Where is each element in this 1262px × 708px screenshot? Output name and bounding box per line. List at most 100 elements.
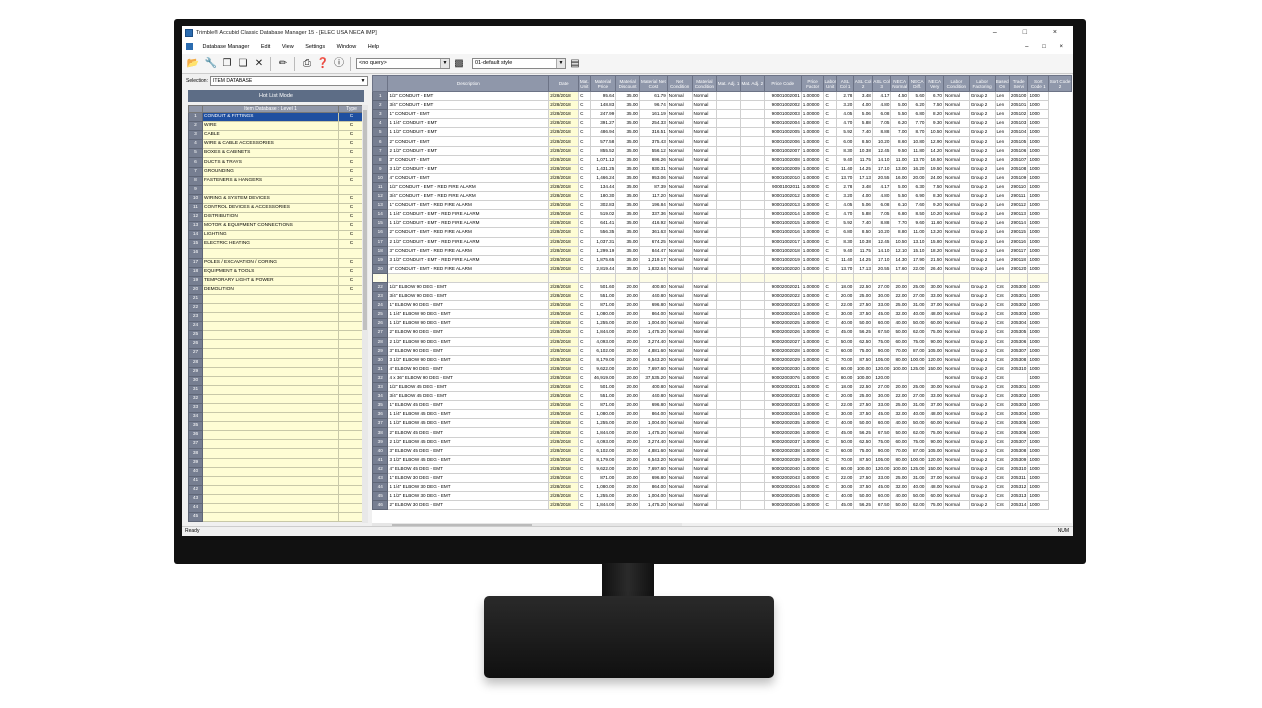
grid-cell[interactable]: 1000 [1027,454,1050,465]
grid-cell[interactable]: 440.80 [638,291,668,302]
grid-cell[interactable]: C [578,172,591,183]
level-type[interactable]: C [338,130,365,141]
grid-cell[interactable]: Normal [691,454,718,465]
grid-cell[interactable]: 8.50 [853,227,873,238]
grid-cell[interactable]: 100.00 [853,363,873,374]
grid-cell[interactable]: Cnt [994,463,1010,474]
grid-cell[interactable]: Cnt [994,491,1010,502]
level-description[interactable]: LIGHTING [202,230,339,241]
grid-cell[interactable]: 9.20 [925,200,944,211]
grid-cell[interactable]: C [578,327,591,338]
level-description[interactable]: POLES / EXCAVATION / CORING [202,257,339,268]
grid-cell[interactable]: Normal [691,500,718,511]
grid-cell[interactable]: 6,102.00 [589,345,617,356]
grid-cell[interactable]: C [823,154,837,165]
level-row[interactable]: 2 WIRE C [188,121,365,132]
delete-icon[interactable]: ✕ [252,57,266,71]
grid-cell[interactable]: 100.00 [907,454,927,465]
level-type[interactable] [338,312,365,323]
grid-cell[interactable]: 1 1/2" ELBOW 90 DEG - EMT [387,318,550,329]
level-type[interactable]: C [338,284,365,295]
level-type[interactable]: C [338,157,365,168]
row-number[interactable]: 41 [188,475,203,486]
grid-cell[interactable]: Len [994,100,1010,111]
grid-row[interactable]: 41 3 1/2" ELBOW 45 DEG - EMT 2/28/2018 C 8,1… [372,454,1072,465]
grid-cell[interactable]: 9.40 [835,245,855,256]
grid-cell[interactable]: Normal [691,291,718,302]
level-description[interactable] [202,448,339,459]
level-type[interactable]: C [338,193,365,204]
grid-cell[interactable]: 10.38 [853,145,873,156]
grid-cell[interactable]: 120.00 [871,363,892,374]
grid-cell[interactable]: C [823,145,837,156]
grid-cell[interactable]: Normal [666,336,693,347]
grid-cell[interactable] [716,381,741,393]
grid-cell[interactable]: Group 2 [968,400,996,411]
grid-cell[interactable] [716,309,741,320]
grid-cell[interactable]: 6.80 [890,209,909,220]
grid-cell[interactable]: Normal [942,472,970,484]
grid-cell[interactable]: 1.00000 [800,491,825,502]
grid-cell[interactable]: Normal [691,300,718,311]
row-number[interactable]: 17 [372,236,389,247]
grid-cell[interactable]: 7.00 [890,127,909,138]
level-type[interactable] [338,439,365,450]
grid-cell[interactable]: 35.00 [615,181,640,193]
grid-cell[interactable]: Cnt [994,409,1010,420]
grid-cell[interactable]: C [578,372,591,384]
grid-cell[interactable]: 25.00 [890,472,909,484]
grid-cell[interactable]: 2/28/2018 [548,345,580,356]
row-number[interactable]: 38 [188,448,203,459]
grid-cell[interactable]: 4.50 [890,90,909,102]
grid-cell[interactable] [739,181,765,193]
row-number[interactable]: 8 [188,175,203,186]
grid-cell[interactable]: 5.92 [835,218,855,229]
copy-icon[interactable]: ❐ [220,57,234,71]
grid-cell[interactable]: 1000 [1027,463,1050,474]
grid-cell[interactable]: 205305 [1008,418,1029,429]
grid-cell[interactable] [716,209,741,220]
grid-row[interactable]: 22 1/2" ELBOW 90 DEG - EMT 2/28/2018 C 501.6… [372,281,1072,293]
grid-cell[interactable]: Normal [666,263,693,274]
grid-cell[interactable]: 87.50 [853,454,873,465]
grid-cell[interactable]: 577.58 [589,136,617,147]
grid-cell[interactable]: 22.00 [835,400,855,411]
grid-cell[interactable]: 290111 [1008,191,1029,202]
grid-row[interactable]: 41 1/4" CONDUIT - EMT 2/28/2018 C 391.27 35.… [372,118,1072,129]
grid-cell[interactable]: 100.00 [890,363,909,374]
grid-cell[interactable]: 45.00 [835,500,855,511]
grid-cell[interactable]: 45.00 [835,427,855,438]
grid-cell[interactable]: 6.80 [907,109,927,120]
level-description[interactable]: DUCTS & TRAYS [202,157,339,168]
grid-cell[interactable]: C [578,136,591,147]
grid-cell[interactable]: Normal [942,109,970,120]
level-type[interactable] [338,393,365,405]
grid-cell[interactable]: 871.00 [589,400,617,411]
level-row[interactable]: 7 GROUNDING C [188,166,365,177]
grid-cell[interactable]: 14.25 [853,254,873,265]
grid-cell[interactable]: 8.60 [890,136,909,147]
grid-cell[interactable]: 60.00 [925,418,944,429]
grid-cell[interactable]: 2/28/2018 [548,281,580,293]
grid-cell[interactable]: 1000 [1027,163,1050,174]
grid-cell[interactable] [716,463,741,474]
row-number[interactable]: 9 [372,163,389,174]
grid-cell[interactable] [716,163,741,174]
grid-cell[interactable]: 35.00 [615,254,640,265]
grid-cell[interactable]: C [578,163,591,174]
grid-cell[interactable]: 5.50 [890,191,909,202]
grid-cell[interactable]: 40.00 [890,318,909,329]
grid-cell[interactable]: Normal [942,172,970,183]
grid-cell[interactable]: 20.00 [835,391,855,402]
grid-cell[interactable]: 5.92 [835,127,855,138]
grid-cell[interactable] [716,200,741,211]
grid-cell[interactable]: Normal [666,136,693,147]
grid-cell[interactable]: 205105 [1008,136,1029,147]
grid-cell[interactable]: 2/28/2018 [548,363,580,374]
grid-cell[interactable]: 290116 [1008,236,1029,247]
grid-cell[interactable]: 205309 [1008,454,1029,465]
grid-row[interactable]: 46 2" ELBOW 30 DEG - EMT 2/28/2018 C 1,844.0… [372,500,1072,511]
grid-cell[interactable]: 50.00 [890,500,909,511]
row-number[interactable]: 31 [188,384,203,395]
grid-cell[interactable]: Cnt [994,291,1010,302]
